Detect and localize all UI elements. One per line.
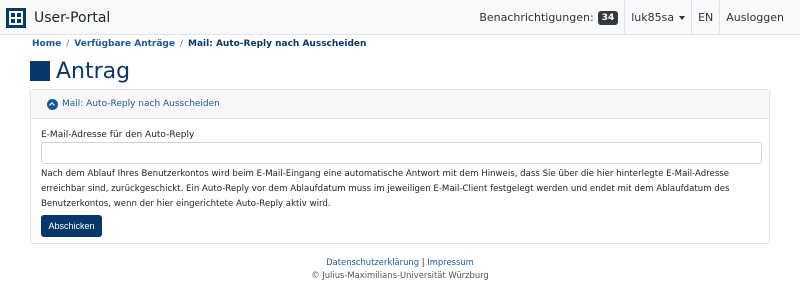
footer-divider: |	[421, 257, 425, 267]
breadcrumb-home[interactable]: Home	[32, 39, 61, 49]
imprint-link[interactable]: Impressum	[427, 257, 474, 267]
notifications-label: Benachrichtigungen:	[479, 11, 594, 24]
top-navbar: User-Portal Benachrichtigungen: 34 luk85…	[0, 0, 800, 35]
breadcrumb-current: Mail: Auto-Reply nach Ausscheiden	[188, 39, 367, 49]
brand-name: User-Portal	[34, 10, 111, 26]
email-field[interactable]	[41, 142, 762, 164]
chevron-up-circle-icon	[47, 98, 58, 110]
help-text: Nach dem Ablauf Ihres Benutzerkontos wir…	[41, 169, 730, 209]
submit-button[interactable]: Abschicken	[41, 215, 102, 237]
language-label: EN	[698, 11, 714, 24]
language-switch[interactable]: EN	[691, 0, 719, 35]
breadcrumb-separator: /	[66, 39, 70, 49]
card-header-label: Mail: Auto-Reply nach Ausscheiden	[62, 99, 220, 109]
footer-links: Datenschutzerklärung | Impressum	[0, 256, 800, 269]
page-title-text: Antrag	[56, 58, 131, 84]
username: luk85sa	[631, 11, 675, 24]
email-field-label: E-Mail-Adresse für den Auto-Reply	[41, 130, 195, 140]
nav-right: Benachrichtigungen: 34 luk85sa EN Auslog…	[473, 0, 790, 35]
caret-down-icon	[679, 15, 686, 20]
user-menu-toggle[interactable]: luk85sa	[624, 0, 691, 35]
university-logo-icon	[6, 8, 26, 28]
request-card: Mail: Auto-Reply nach Ausscheiden E-Mail…	[30, 89, 770, 244]
notifications-link[interactable]: Benachrichtigungen: 34	[473, 0, 624, 35]
breadcrumb: Home / Verfügbare Anträge / Mail: Auto-R…	[32, 38, 366, 50]
logout-label: Ausloggen	[726, 11, 784, 24]
page-title: Antrag	[30, 58, 130, 84]
breadcrumb-separator: /	[179, 39, 184, 49]
logout-link[interactable]: Ausloggen	[719, 0, 790, 35]
card-header-toggle[interactable]: Mail: Auto-Reply nach Ausscheiden	[31, 90, 769, 119]
footer: Datenschutzerklärung | Impressum © Juliu…	[0, 256, 800, 282]
notifications-badge: 34	[597, 10, 619, 25]
copyright: © Julius-Maximilians-Universität Würzbur…	[311, 270, 489, 280]
privacy-link[interactable]: Datenschutzerklärung	[326, 257, 419, 267]
brand-link[interactable]: User-Portal	[6, 7, 110, 29]
square-icon	[30, 61, 50, 81]
breadcrumb-available-requests[interactable]: Verfügbare Anträge	[74, 39, 175, 49]
